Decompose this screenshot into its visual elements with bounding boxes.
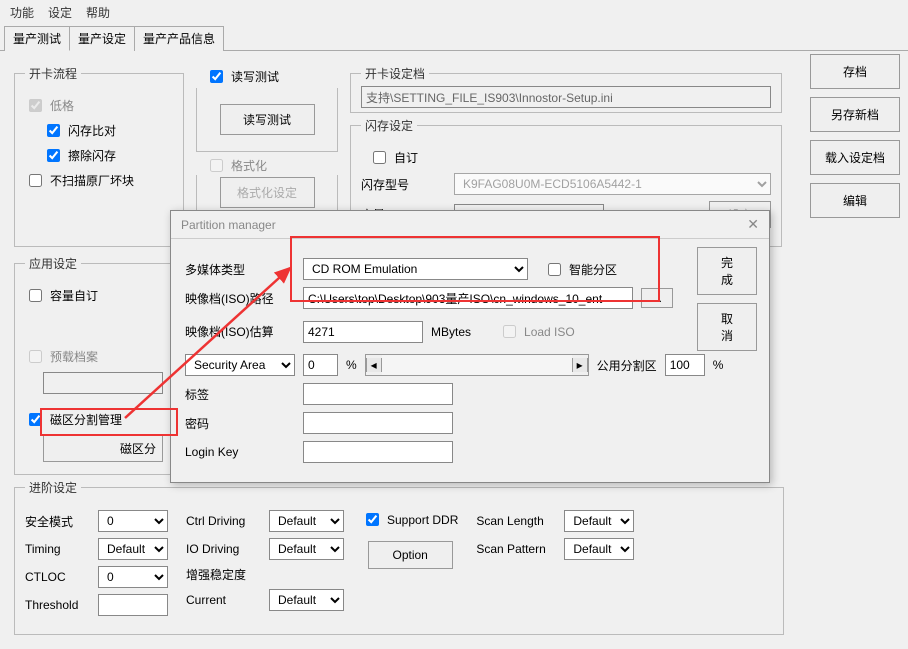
load-iso-label: Load ISO xyxy=(524,325,575,339)
safe-mode-select[interactable]: 0 xyxy=(98,510,168,532)
timing-select[interactable]: Default xyxy=(98,538,168,560)
preload-label: 预载档案 xyxy=(50,348,98,365)
flash-model-label: 闪存型号 xyxy=(361,176,446,193)
scan-pattern-label: Scan Pattern xyxy=(476,542,556,556)
volume-label-input[interactable] xyxy=(303,383,453,405)
load-iso-checkbox xyxy=(503,325,516,338)
stability-label: 增强稳定度 xyxy=(186,566,261,583)
ctrl-driving-label: Ctrl Driving xyxy=(186,514,261,528)
advanced-fieldset: 进阶设定 安全模式 0 Timing Default CTLOC 0 Threshol… xyxy=(14,479,784,635)
flash-compare-checkbox[interactable] xyxy=(47,124,60,137)
tab-product-info[interactable]: 量产产品信息 xyxy=(134,26,224,51)
threshold-input[interactable] xyxy=(98,594,168,616)
iso-estimate-label: 映像档(ISO)估算 xyxy=(185,323,295,340)
password-input[interactable] xyxy=(303,412,453,434)
lowlevel-label: 低格 xyxy=(50,97,74,114)
mbytes-label: MBytes xyxy=(431,325,471,339)
tab-mass-settings[interactable]: 量产设定 xyxy=(69,26,135,51)
no-scan-bad-label: 不扫描原厂坏块 xyxy=(50,172,134,189)
preload-path xyxy=(43,372,163,394)
iso-estimate-input[interactable] xyxy=(303,321,423,343)
option-button[interactable]: Option xyxy=(368,541,453,569)
security-pct-input[interactable] xyxy=(303,354,338,376)
app-settings-legend: 应用设定 xyxy=(25,255,81,272)
dialog-title: Partition manager xyxy=(181,218,276,232)
current-label: Current xyxy=(186,593,261,607)
tab-mass-test[interactable]: 量产测试 xyxy=(4,26,70,51)
open-card-fieldset: 开卡流程 低格 闪存比对 擦除闪存 不扫描原厂坏块 xyxy=(14,65,184,247)
rw-fieldset: 读写测试 xyxy=(196,88,338,152)
pct-label-1: % xyxy=(346,358,357,372)
flash-custom-checkbox[interactable] xyxy=(373,151,386,164)
format-checkbox xyxy=(210,159,223,172)
ctloc-select[interactable]: 0 xyxy=(98,566,168,588)
partition-slider[interactable]: ◂ ▸ xyxy=(365,354,589,376)
card-config-path[interactable] xyxy=(361,86,771,108)
format-label: 格式化 xyxy=(231,157,267,174)
threshold-label: Threshold xyxy=(25,598,90,612)
flash-custom-label: 自订 xyxy=(394,149,418,166)
arrow-left-icon[interactable]: ◂ xyxy=(366,358,382,372)
open-card-legend: 开卡流程 xyxy=(25,65,81,82)
card-config-fieldset: 开卡设定档 xyxy=(350,65,782,113)
menu-settings[interactable]: 设定 xyxy=(48,4,72,21)
login-key-label: Login Key xyxy=(185,445,295,459)
card-config-legend: 开卡设定档 xyxy=(361,65,429,82)
flash-compare-label: 闪存比对 xyxy=(68,122,116,139)
ctloc-label: CTLOC xyxy=(25,570,90,584)
cancel-button[interactable]: 取消 xyxy=(697,303,757,351)
security-area-select[interactable]: Security Area xyxy=(185,354,295,376)
browse-button[interactable]: ... xyxy=(641,288,673,308)
menu-bar: 功能 设定 帮助 xyxy=(0,0,908,25)
media-type-label: 多媒体类型 xyxy=(185,261,295,278)
menu-help[interactable]: 帮助 xyxy=(86,4,110,21)
partition-mgr-checkbox[interactable] xyxy=(29,413,42,426)
wipe-flash-label: 擦除闪存 xyxy=(68,147,116,164)
password-label: 密码 xyxy=(185,415,295,432)
timing-label: Timing xyxy=(25,542,90,556)
lowlevel-checkbox xyxy=(29,99,42,112)
rw-test-label: 读写测试 xyxy=(231,68,279,85)
wipe-flash-checkbox[interactable] xyxy=(47,149,60,162)
partition-button[interactable]: 磁区分 xyxy=(43,435,163,462)
preload-checkbox xyxy=(29,350,42,363)
scan-length-label: Scan Length xyxy=(476,514,556,528)
iso-path-label: 映像档(ISO)路径 xyxy=(185,290,295,307)
volume-label-label: 标签 xyxy=(185,386,295,403)
io-driving-select[interactable]: Default xyxy=(269,538,344,560)
login-key-input[interactable] xyxy=(303,441,453,463)
no-scan-bad-checkbox[interactable] xyxy=(29,174,42,187)
pct-label-2: % xyxy=(713,358,724,372)
public-partition-label: 公用分割区 xyxy=(597,357,657,374)
capacity-custom-label: 容量自订 xyxy=(50,287,98,304)
safe-mode-label: 安全模式 xyxy=(25,513,90,530)
media-type-select[interactable]: CD ROM Emulation xyxy=(303,258,528,280)
format-settings-button: 格式化设定 xyxy=(220,177,315,208)
flash-config-legend: 闪存设定 xyxy=(361,117,417,134)
ctrl-driving-select[interactable]: Default xyxy=(269,510,344,532)
rw-test-button[interactable]: 读写测试 xyxy=(220,104,315,135)
app-settings-fieldset: 应用设定 容量自订 预载档案 磁区分割管理 磁区分 xyxy=(14,255,184,475)
arrow-right-icon[interactable]: ▸ xyxy=(572,358,588,372)
partition-mgr-label: 磁区分割管理 xyxy=(50,411,122,428)
rw-test-checkbox[interactable] xyxy=(210,70,223,83)
iso-path-input[interactable] xyxy=(303,287,633,309)
close-icon[interactable]: ✕ xyxy=(747,216,759,233)
public-pct-input[interactable] xyxy=(665,354,705,376)
tab-bar: 量产测试 量产设定 量产产品信息 xyxy=(0,25,908,51)
capacity-custom-checkbox[interactable] xyxy=(29,289,42,302)
scan-pattern-select[interactable]: Default xyxy=(564,538,634,560)
smart-partition-label: 智能分区 xyxy=(569,261,617,278)
menu-func[interactable]: 功能 xyxy=(10,4,34,21)
support-ddr-label: Support DDR xyxy=(387,513,458,527)
flash-model-select: K9FAG08U0M-ECD5106A5442-1 xyxy=(454,173,771,195)
partition-manager-dialog: Partition manager ✕ 完成 取消 多媒体类型 CD ROM E… xyxy=(170,210,770,483)
smart-partition-checkbox[interactable] xyxy=(548,263,561,276)
current-select[interactable]: Default xyxy=(269,589,344,611)
scan-length-select[interactable]: Default xyxy=(564,510,634,532)
io-driving-label: IO Driving xyxy=(186,542,261,556)
ok-button[interactable]: 完成 xyxy=(697,247,757,295)
support-ddr-checkbox[interactable] xyxy=(366,513,379,526)
advanced-legend: 进阶设定 xyxy=(25,479,81,496)
